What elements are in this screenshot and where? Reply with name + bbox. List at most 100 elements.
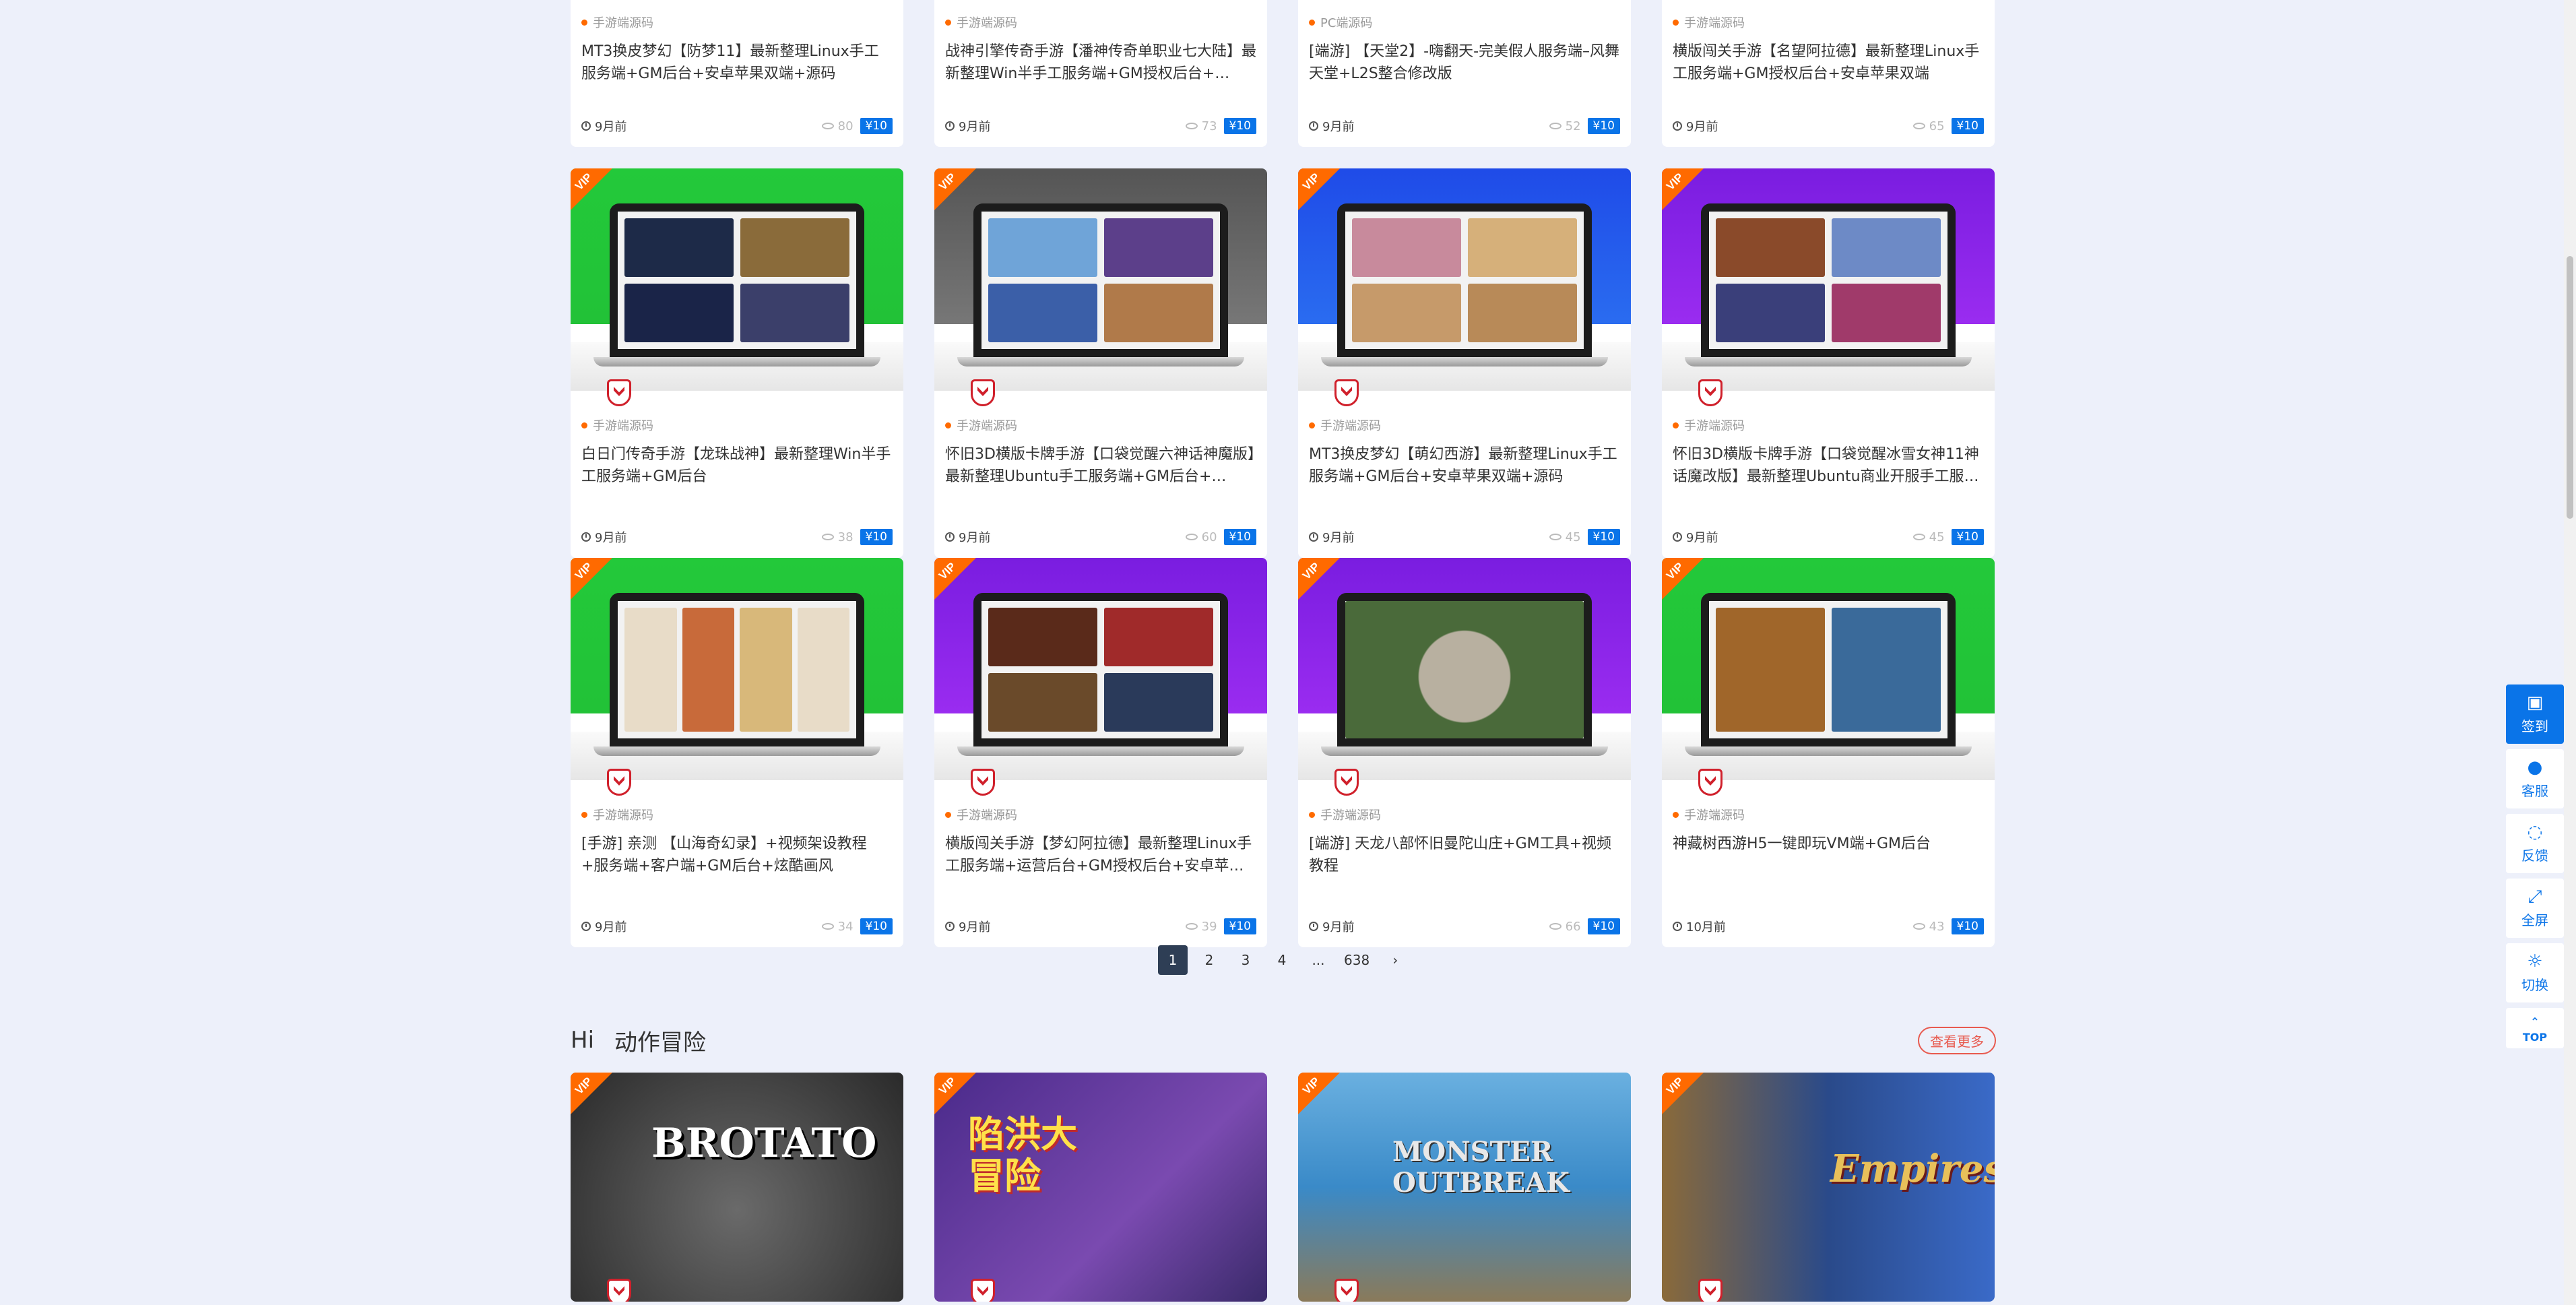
page-4-button[interactable]: 4 bbox=[1267, 945, 1297, 975]
page-last-button[interactable]: 638 bbox=[1340, 945, 1374, 975]
customer-service-button[interactable]: ● 客服 bbox=[2506, 749, 2564, 808]
game-card[interactable]: BROTATO VIP bbox=[571, 1073, 903, 1302]
page-3-button[interactable]: 3 bbox=[1231, 945, 1260, 975]
scrollbar-thumb[interactable] bbox=[2567, 256, 2573, 519]
eye-icon bbox=[1185, 534, 1198, 540]
card-title[interactable]: MT3换皮梦幻【萌幻西游】最新整理Linux手工服务端+GM后台+安卓苹果双端+… bbox=[1309, 443, 1620, 488]
resource-card[interactable]: VIP 手游端源码 MT3换皮梦幻【萌幻西游】最新整理Linux手工服务端+GM… bbox=[1298, 168, 1631, 558]
card-title[interactable]: [端游] 【天堂2】-嗨翻天-完美假人服务端–风舞天堂+L2S整合修改版 bbox=[1309, 40, 1620, 85]
page-1-button[interactable]: 1 bbox=[1158, 945, 1188, 975]
page-scrollbar[interactable] bbox=[2564, 0, 2576, 1305]
card-time: 9月前 bbox=[1686, 531, 1718, 545]
resource-card[interactable]: VIP 手游端源码 [端游] 天龙八部怀旧曼陀山庄+GM工具+视频教程 9月前 … bbox=[1298, 558, 1631, 947]
eye-icon bbox=[1912, 923, 1925, 930]
theme-switch-button[interactable]: ☼ 切换 bbox=[2506, 943, 2564, 1002]
sun-icon: ☼ bbox=[2527, 951, 2543, 972]
card-thumbnail[interactable] bbox=[1662, 168, 1995, 391]
card-time: 9月前 bbox=[595, 120, 627, 134]
clock-icon bbox=[1309, 532, 1318, 542]
resource-card[interactable]: 手游端源码 MT3换皮梦幻【防梦11】最新整理Linux手工服务端+GM后台+安… bbox=[571, 0, 903, 147]
card-thumbnail[interactable] bbox=[1298, 168, 1631, 391]
section-hi: Hi bbox=[571, 1027, 595, 1054]
back-to-top-button[interactable]: ⌃ TOP bbox=[2506, 1008, 2564, 1048]
signin-button[interactable]: ▣ 签到 bbox=[2506, 685, 2564, 744]
card-title[interactable]: MT3换皮梦幻【防梦11】最新整理Linux手工服务端+GM后台+安卓苹果双端+… bbox=[581, 40, 893, 85]
card-category[interactable]: 手游端源码 bbox=[581, 416, 893, 434]
card-category[interactable]: PC端源码 bbox=[1309, 13, 1620, 31]
expand-icon: ⤢ bbox=[2527, 886, 2542, 907]
page-2-button[interactable]: 2 bbox=[1194, 945, 1224, 975]
card-title[interactable]: 横版闯关手游【名望阿拉德】最新整理Linux手工服务端+GM授权后台+安卓苹果双… bbox=[1673, 40, 1984, 85]
resource-card[interactable]: VIP 手游端源码 白日门传奇手游【龙珠战神】最新整理Win半手工服务端+GM后… bbox=[571, 168, 903, 558]
eye-icon bbox=[1912, 534, 1925, 540]
card-thumbnail[interactable] bbox=[571, 168, 903, 391]
eye-icon bbox=[821, 123, 834, 129]
card-views: 45 bbox=[1929, 530, 1945, 544]
card-category[interactable]: 手游端源码 bbox=[1673, 416, 1984, 434]
card-title[interactable]: 怀旧3D横版卡牌手游【口袋觉醒六神话神魔版】最新整理Ubuntu手工服务端+GM… bbox=[945, 443, 1256, 488]
card-views: 66 bbox=[1565, 919, 1581, 934]
card-title[interactable]: 横版闯关手游【梦幻阿拉德】最新整理Linux手工服务端+运营后台+GM授权后台+… bbox=[945, 833, 1256, 877]
card-category[interactable]: 手游端源码 bbox=[945, 416, 1256, 434]
card-category[interactable]: 手游端源码 bbox=[1673, 806, 1984, 823]
card-views: 34 bbox=[837, 919, 854, 934]
resource-card[interactable]: VIP 手游端源码 怀旧3D横版卡牌手游【口袋觉醒六神话神魔版】最新整理Ubun… bbox=[934, 168, 1267, 558]
resource-card[interactable]: PC端源码 [端游] 【天堂2】-嗨翻天-完美假人服务端–风舞天堂+L2S整合修… bbox=[1298, 0, 1631, 147]
card-category[interactable]: 手游端源码 bbox=[581, 13, 893, 31]
resource-card[interactable]: VIP 手游端源码 神藏树西游H5一键即玩VM端+GM后台 10月前 43 ¥1… bbox=[1662, 558, 1995, 947]
resource-card[interactable]: VIP 手游端源码 横版闯关手游【梦幻阿拉德】最新整理Linux手工服务端+运营… bbox=[934, 558, 1267, 947]
price-badge: ¥10 bbox=[1587, 918, 1620, 934]
fullscreen-button[interactable]: ⤢ 全屏 bbox=[2506, 879, 2564, 938]
card-category[interactable]: 手游端源码 bbox=[1309, 806, 1620, 823]
game-card[interactable]: 陷洪大冒险 VIP bbox=[934, 1073, 1267, 1302]
price-badge: ¥10 bbox=[860, 918, 893, 934]
card-thumbnail[interactable] bbox=[571, 558, 903, 780]
card-time: 9月前 bbox=[1686, 120, 1718, 134]
game-card[interactable]: Empires VIP bbox=[1662, 1073, 1995, 1302]
resource-card[interactable]: 手游端源码 战神引擎传奇手游【潘神传奇单职业七大陆】最新整理Win半手工服务端+… bbox=[934, 0, 1267, 147]
next-page-chevron-icon[interactable]: › bbox=[1380, 945, 1410, 975]
brand-shield-icon bbox=[971, 1279, 995, 1302]
card-category[interactable]: 手游端源码 bbox=[1673, 13, 1984, 31]
card-thumbnail[interactable] bbox=[934, 168, 1267, 391]
eye-icon bbox=[1549, 123, 1561, 129]
brand-shield-icon bbox=[971, 379, 995, 406]
card-title[interactable]: 白日门传奇手游【龙珠战神】最新整理Win半手工服务端+GM后台 bbox=[581, 443, 893, 488]
card-views: 65 bbox=[1929, 119, 1945, 133]
card-views: 80 bbox=[837, 119, 854, 133]
card-title[interactable]: [手游] 亲测 【山海奇幻录】+视频架设教程+服务端+客户端+GM后台+炫酷画风 bbox=[581, 833, 893, 877]
card-title[interactable]: 怀旧3D横版卡牌手游【口袋觉醒冰雪女神11神话魔改版】最新整理Ubuntu商业开… bbox=[1673, 443, 1984, 488]
card-thumbnail[interactable] bbox=[1298, 558, 1631, 780]
card-category[interactable]: 手游端源码 bbox=[581, 806, 893, 823]
game-title: BROTATO bbox=[651, 1120, 877, 1167]
price-badge: ¥10 bbox=[1951, 529, 1984, 545]
card-category[interactable]: 手游端源码 bbox=[945, 806, 1256, 823]
resource-card[interactable]: VIP 手游端源码 [手游] 亲测 【山海奇幻录】+视频架设教程+服务端+客户端… bbox=[571, 558, 903, 947]
price-badge: ¥10 bbox=[1951, 918, 1984, 934]
eye-icon bbox=[821, 923, 834, 930]
card-title[interactable]: 战神引擎传奇手游【潘神传奇单职业七大陆】最新整理Win半手工服务端+GM授权后台… bbox=[945, 40, 1256, 85]
card-thumbnail[interactable] bbox=[1662, 558, 1995, 780]
card-category[interactable]: 手游端源码 bbox=[945, 13, 1256, 31]
card-thumbnail[interactable] bbox=[934, 558, 1267, 780]
resource-card[interactable]: 手游端源码 横版闯关手游【名望阿拉德】最新整理Linux手工服务端+GM授权后台… bbox=[1662, 0, 1995, 147]
clock-icon bbox=[1309, 922, 1318, 931]
brand-shield-icon bbox=[1334, 1279, 1359, 1302]
eye-icon bbox=[1185, 123, 1198, 129]
card-title[interactable]: [端游] 天龙八部怀旧曼陀山庄+GM工具+视频教程 bbox=[1309, 833, 1620, 877]
game-card[interactable]: MONSTER OUTBREAK VIP bbox=[1298, 1073, 1631, 1302]
price-badge: ¥10 bbox=[1223, 118, 1256, 134]
card-views: 52 bbox=[1565, 119, 1581, 133]
card-views: 45 bbox=[1565, 530, 1581, 544]
clock-icon bbox=[581, 922, 591, 931]
brand-shield-icon bbox=[1698, 379, 1722, 406]
brand-shield-icon bbox=[607, 1279, 631, 1302]
feedback-button[interactable]: ◌ 反馈 bbox=[2506, 814, 2564, 873]
view-more-button[interactable]: 查看更多 bbox=[1918, 1026, 1996, 1054]
card-title[interactable]: 神藏树西游H5一键即玩VM端+GM后台 bbox=[1673, 833, 1984, 877]
card-time: 9月前 bbox=[595, 531, 627, 545]
resource-card[interactable]: VIP 手游端源码 怀旧3D横版卡牌手游【口袋觉醒冰雪女神11神话魔改版】最新整… bbox=[1662, 168, 1995, 558]
card-category[interactable]: 手游端源码 bbox=[1309, 416, 1620, 434]
brand-shield-icon bbox=[607, 379, 631, 406]
clock-icon bbox=[1673, 922, 1682, 931]
